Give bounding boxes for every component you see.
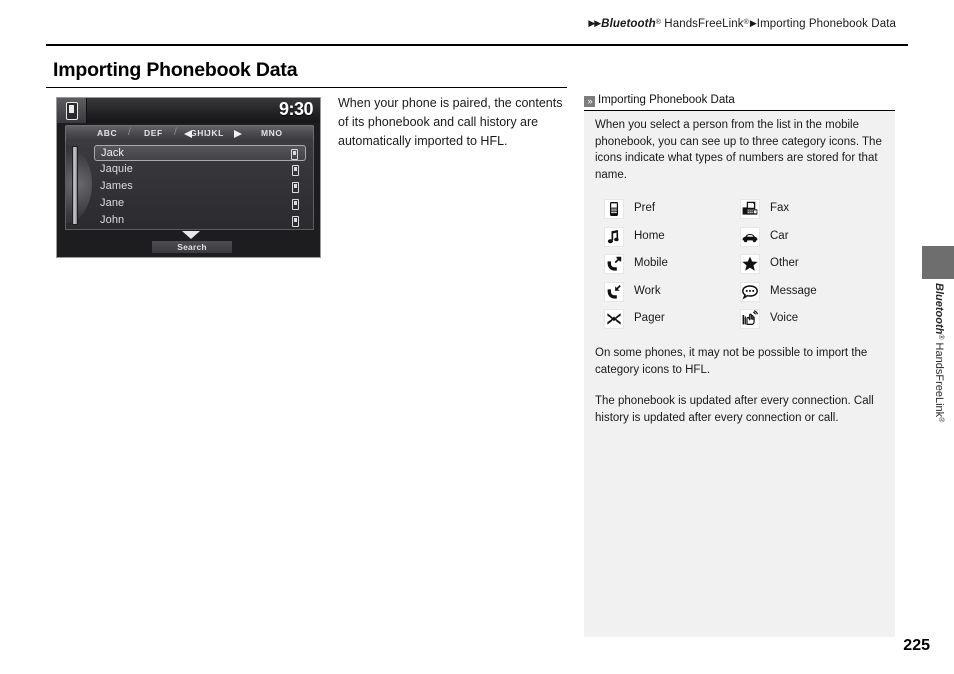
- breadcrumb-handsfreelink-reg: ®: [743, 19, 749, 26]
- alpha-next-icon[interactable]: [234, 130, 242, 138]
- voice-hand-icon: [740, 309, 760, 329]
- contact-name: Jaquie: [100, 163, 134, 175]
- category-icon-home: Home: [604, 226, 740, 255]
- category-icon-column-right: Fax Car Other Message Voice: [740, 199, 876, 337]
- phone-icon: [291, 149, 298, 160]
- search-button[interactable]: Search: [152, 241, 232, 253]
- category-icon-column-left: Pref Home Mobile Work Pager: [604, 199, 740, 337]
- breadcrumb-arrow-icon: ▶▶: [588, 18, 601, 28]
- contact-name: Jack: [101, 147, 125, 159]
- contact-name: James: [100, 180, 133, 192]
- phone-icon: [292, 165, 299, 176]
- alpha-tab-mno[interactable]: MNO: [261, 128, 283, 138]
- sidebar-panel-title: Importing Phonebook Data: [598, 94, 735, 106]
- list-item[interactable]: James: [94, 179, 306, 195]
- breadcrumb-handsfreelink-label: HandsFreeLink: [661, 18, 744, 30]
- category-icon-message: Message: [740, 281, 876, 310]
- category-icon-fax: Fax: [740, 199, 876, 227]
- phone-icon: [604, 199, 624, 219]
- device-clock: 9:30: [278, 99, 314, 119]
- list-item[interactable]: John: [94, 213, 306, 229]
- panel-paragraph-3: The phonebook is updated after every con…: [595, 395, 874, 424]
- device-knob-graphic: [66, 145, 92, 223]
- car-icon: [740, 226, 760, 247]
- phone-icon: [66, 102, 78, 120]
- page-number: 225: [903, 637, 930, 654]
- list-item[interactable]: Jack: [94, 145, 306, 161]
- contact-name: John: [100, 214, 125, 226]
- contact-name: Jane: [100, 197, 125, 209]
- category-icon-label: Home: [634, 229, 665, 242]
- alpha-prev-icon[interactable]: [184, 130, 192, 138]
- device-status-bar: 9:30: [57, 98, 320, 123]
- fax-icon: [740, 199, 760, 219]
- category-icon-label: Fax: [770, 202, 790, 214]
- breadcrumb-bluetooth-label: Bluetooth: [601, 18, 656, 30]
- list-item[interactable]: Jaquie: [94, 162, 306, 178]
- category-icon-label: Message: [770, 284, 817, 297]
- chevron-down-icon[interactable]: [182, 231, 200, 239]
- category-icon-label: Mobile: [634, 257, 668, 269]
- sidebar-panel-header: » Importing Phonebook Data: [584, 94, 895, 107]
- category-icon-label: Pager: [634, 312, 665, 324]
- category-icon-label: Other: [770, 257, 799, 269]
- section-tab-bluetooth: Bluetooth: [933, 283, 945, 335]
- panel-paragraph-1: When you select a person from the list i…: [595, 119, 882, 181]
- panel-paragraph-2: On some phones, it may not be possible t…: [595, 347, 868, 376]
- music-note-icon: [604, 226, 624, 247]
- alpha-tab-jkl[interactable]: JKL: [206, 128, 224, 138]
- category-icon-mobile: Mobile: [604, 254, 740, 282]
- device-contact-list: Jack Jaquie James Jane John: [65, 141, 314, 230]
- section-tab-label: Bluetooth® HandsFreeLink®: [922, 283, 954, 483]
- category-icon-pref: Pref: [604, 199, 740, 227]
- breadcrumb-current-page: Importing Phonebook Data: [756, 18, 896, 30]
- double-chevron-icon: »: [584, 96, 595, 107]
- category-icon-voice: Voice: [740, 309, 876, 337]
- phone-icon: [292, 182, 299, 193]
- work-handset-icon: [604, 281, 624, 302]
- message-bubble-icon: [740, 281, 760, 302]
- category-icon-other: Other: [740, 254, 876, 282]
- sidebar-panel: When you select a person from the list i…: [584, 111, 895, 637]
- section-tab-marker: [922, 246, 954, 279]
- breadcrumb: ▶▶Bluetooth® HandsFreeLink®▶Importing Ph…: [587, 18, 896, 30]
- device-alpha-tabs: ABC / DEF / GHI JKL MNO: [65, 125, 314, 141]
- category-icon-label: Car: [770, 229, 789, 242]
- phone-icon: [292, 216, 299, 227]
- device-phone-tab: [57, 98, 87, 123]
- category-icon-label: Voice: [770, 312, 799, 324]
- category-icon-car: Car: [740, 226, 876, 255]
- category-icon-label: Pref: [634, 202, 656, 214]
- alpha-tab-ghi[interactable]: GHI: [190, 128, 207, 138]
- alpha-tab-def[interactable]: DEF: [144, 128, 163, 138]
- mobile-handset-icon: [604, 254, 624, 274]
- breadcrumb-separator-icon: ▶: [749, 18, 757, 28]
- page-title: Importing Phonebook Data: [53, 59, 298, 81]
- category-icon-label: Work: [634, 284, 661, 297]
- intro-paragraph: When your phone is paired, the contents …: [338, 96, 563, 148]
- list-item[interactable]: Jane: [94, 196, 306, 212]
- category-icon-pager: Pager: [604, 309, 740, 337]
- pager-icon: [604, 309, 624, 329]
- title-divider: [46, 87, 567, 89]
- section-tab-handsfreelink-reg: ®: [937, 417, 944, 423]
- phone-icon: [292, 199, 299, 210]
- header-divider: [46, 44, 908, 46]
- device-scrollbar[interactable]: [72, 146, 78, 225]
- device-screenshot: 9:30 ABC / DEF / GHI JKL MNO Jack Jaquie…: [56, 97, 321, 258]
- section-tab-handsfreelink: HandsFreeLink: [933, 339, 945, 418]
- alpha-tab-abc[interactable]: ABC: [97, 128, 117, 138]
- category-icon-work: Work: [604, 281, 740, 310]
- star-icon: [740, 254, 760, 274]
